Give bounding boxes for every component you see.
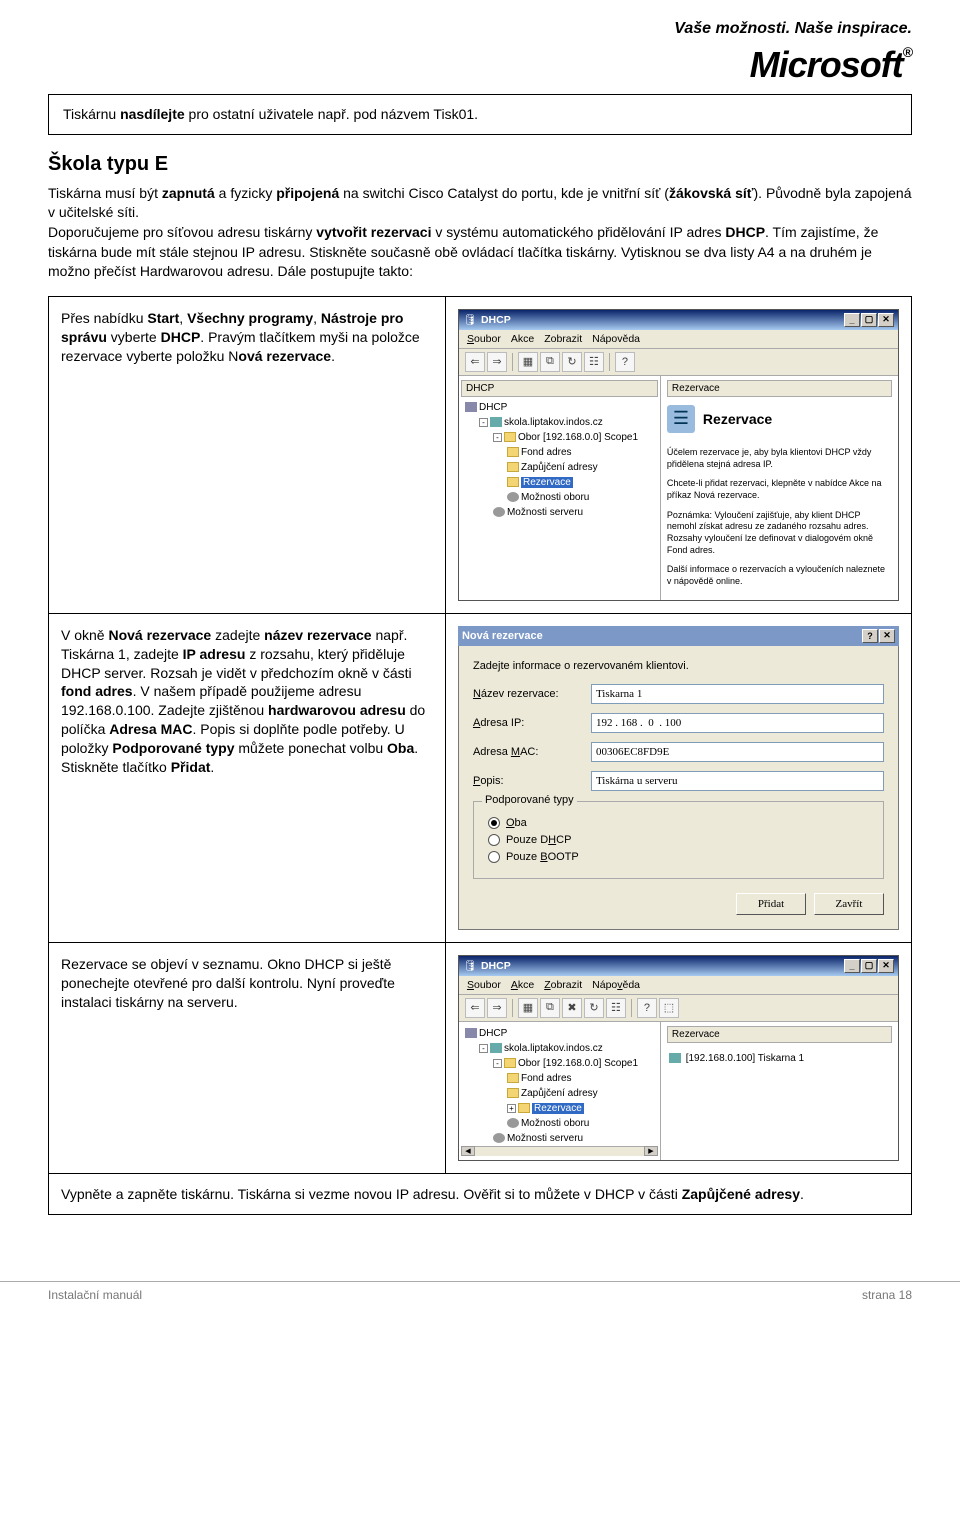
server-icon <box>490 1043 502 1053</box>
scroll-right-icon[interactable]: ▶ <box>644 1146 658 1156</box>
radio-both[interactable]: Oba <box>488 817 869 829</box>
dhcp-window-info: 🛢 DHCP _ ▢ ✕ SSouboroubor Akce Zobrazit … <box>458 309 899 601</box>
dhcp-window-list: 🛢 DHCP _ ▢ ✕ Soubor Akce Zobrazit Nápově… <box>458 955 899 1161</box>
brand-logo: Microsoft® <box>48 44 912 86</box>
intro-paragraph: Tiskárna musí být zapnutá a fyzicky přip… <box>48 184 912 282</box>
folder-icon <box>507 477 519 487</box>
reservation-item-icon <box>669 1053 681 1063</box>
help-icon[interactable]: ? <box>615 352 635 372</box>
reservation-list-item[interactable]: [192.168.0.100] Tiskarna 1 <box>686 1053 804 1064</box>
toolbar-icon[interactable]: ⧉ <box>540 998 560 1018</box>
gear-icon <box>507 1118 519 1128</box>
menu-bar[interactable]: SSouboroubor Akce Zobrazit Nápověda <box>459 330 898 349</box>
titlebar: 🛢 DHCP _ ▢ ✕ <box>459 956 898 976</box>
toolbar: ⇐ ⇒ ▦ ⧉ ↻ ☷ ? <box>459 349 898 376</box>
toolbar-icon[interactable]: ☷ <box>584 352 604 372</box>
back-icon[interactable]: ⇐ <box>465 998 485 1018</box>
minimize-button[interactable]: _ <box>844 313 860 327</box>
label-desc: Popis: <box>473 775 591 787</box>
input-desc[interactable] <box>591 771 884 791</box>
scroll-left-icon[interactable]: ◀ <box>461 1146 475 1156</box>
fwd-icon[interactable]: ⇒ <box>487 998 507 1018</box>
folder-icon <box>504 1058 516 1068</box>
radio-dhcp[interactable]: Pouze DHCP <box>488 834 869 846</box>
label-name: Název rezervace: <box>473 688 591 700</box>
step4-text: Vypněte a zapněte tiskárnu. Tiskárna si … <box>61 1186 899 1202</box>
gear-icon <box>493 507 505 517</box>
group-supported-types: Podporované typy Oba Pouze DHCP Pouze BO… <box>473 801 884 879</box>
close-button[interactable]: ✕ <box>879 629 895 643</box>
input-name[interactable] <box>591 684 884 704</box>
menu-zobrazit[interactable]: Zobrazit <box>544 979 582 991</box>
detail-pane: Rezervace ☰ Rezervace Účelem rezervace j… <box>661 376 898 600</box>
toolbar: ⇐ ⇒ ▦ ⧉ ✖ ↻ ☷ ? ⬚ <box>459 995 898 1022</box>
refresh-icon[interactable]: ↻ <box>584 998 604 1018</box>
steps-table: Přes nabídku Start, Všechny programy, Ná… <box>48 296 912 1215</box>
maximize-button[interactable]: ▢ <box>861 959 877 973</box>
app-icon: 🛢 <box>463 959 477 973</box>
reservations-icon: ☰ <box>667 405 695 433</box>
tree-pane[interactable]: DHCP -skola.liptakov.indos.cz -Obor [192… <box>459 1022 661 1160</box>
close-button[interactable]: ✕ <box>878 959 894 973</box>
folder-icon <box>504 432 516 442</box>
footer-right: strana 18 <box>862 1288 912 1302</box>
footer-left: Instalační manuál <box>48 1288 142 1302</box>
toolbar-icon[interactable]: ▦ <box>518 352 538 372</box>
section-heading: Škola typu E <box>48 153 912 176</box>
folder-icon <box>518 1103 530 1113</box>
detail-pane: Rezervace [192.168.0.100] Tiskarna 1 <box>661 1022 898 1160</box>
folder-icon <box>507 447 519 457</box>
back-icon[interactable]: ⇐ <box>465 352 485 372</box>
titlebar: Nová rezervace ? ✕ <box>458 626 899 646</box>
menu-napoveda[interactable]: Nápověda <box>592 979 640 991</box>
label-ip: Adresa IP: <box>473 717 591 729</box>
label-mac: Adresa MAC: <box>473 746 591 758</box>
input-mac[interactable] <box>591 742 884 762</box>
close-button[interactable]: ✕ <box>878 313 894 327</box>
new-reservation-dialog: Nová rezervace ? ✕ Zadejte informace o r… <box>458 626 899 930</box>
toolbar-icon[interactable]: ☷ <box>606 998 626 1018</box>
help-button[interactable]: ? <box>862 629 878 643</box>
close-btn[interactable]: Zavřít <box>814 893 884 915</box>
folder-icon <box>507 1088 519 1098</box>
gear-icon <box>507 492 519 502</box>
folder-icon <box>507 1073 519 1083</box>
dialog-intro: Zadejte informace o rezervovaném kliento… <box>473 660 884 672</box>
menu-zobrazit[interactable]: Zobrazit <box>544 333 582 345</box>
maximize-button[interactable]: ▢ <box>861 313 877 327</box>
dhcp-root-icon <box>465 402 477 412</box>
step1-text: Přes nabídku Start, Všechny programy, Ná… <box>61 309 433 366</box>
menu-akce[interactable]: Akce <box>511 333 534 345</box>
menu-soubor[interactable]: Soubor <box>467 979 501 991</box>
refresh-icon[interactable]: ↻ <box>562 352 582 372</box>
toolbar-icon[interactable]: ⧉ <box>540 352 560 372</box>
toolbar-icon[interactable]: ✖ <box>562 998 582 1018</box>
minimize-button[interactable]: _ <box>844 959 860 973</box>
tree-pane[interactable]: DHCP DHCP -skola.liptakov.indos.cz -Obor… <box>459 376 661 600</box>
add-button[interactable]: Přidat <box>736 893 806 915</box>
gear-icon <box>493 1133 505 1143</box>
instruction-box-share-printer: Tiskárnu nasdílejte pro ostatní uživatel… <box>48 94 912 135</box>
menu-soubor[interactable]: SSouboroubor <box>467 333 501 345</box>
toolbar-icon[interactable]: ⬚ <box>659 998 679 1018</box>
toolbar-icon[interactable]: ▦ <box>518 998 538 1018</box>
folder-icon <box>507 462 519 472</box>
help-icon[interactable]: ? <box>637 998 657 1018</box>
dhcp-root-icon <box>465 1028 477 1038</box>
radio-bootp[interactable]: Pouze BOOTP <box>488 851 869 863</box>
header-tagline: Vaše možnosti. Naše inspirace. <box>48 20 912 38</box>
app-icon: 🛢 <box>463 313 477 327</box>
server-icon <box>490 417 502 427</box>
step3-text: Rezervace se objeví v seznamu. Okno DHCP… <box>61 955 433 1012</box>
titlebar: 🛢 DHCP _ ▢ ✕ <box>459 310 898 330</box>
step2-text: V okně Nová rezervace zadejte název reze… <box>61 626 433 777</box>
menu-napoveda[interactable]: Nápověda <box>592 333 640 345</box>
fwd-icon[interactable]: ⇒ <box>487 352 507 372</box>
input-ip[interactable] <box>591 713 884 733</box>
menu-bar[interactable]: Soubor Akce Zobrazit Nápověda <box>459 976 898 995</box>
menu-akce[interactable]: Akce <box>511 979 534 991</box>
